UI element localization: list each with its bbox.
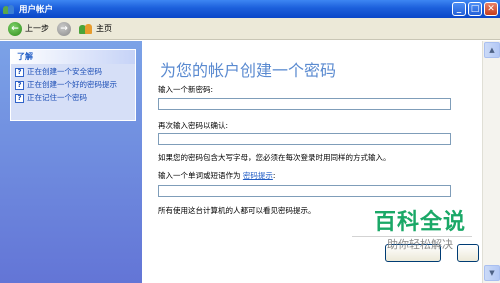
- maximize-button[interactable]: □: [468, 2, 482, 16]
- close-button[interactable]: ✕: [484, 2, 498, 16]
- learn-about-header[interactable]: 了解: [11, 50, 135, 64]
- page-title: 为您的帐户创建一个密码: [160, 61, 337, 80]
- password-hint-label: 输入一个单词或短语作为 密码提示:: [158, 170, 275, 181]
- learn-item-label[interactable]: 正在创建一个好的密码提示: [27, 80, 117, 89]
- navigation-toolbar: ← 上一步 → 主页: [0, 18, 500, 40]
- learn-item-label[interactable]: 正在记住一个密码: [27, 93, 87, 102]
- case-sensitivity-note: 如果您的密码包含大写字母，您必须在每次登录时用同样的方式输入。: [158, 153, 391, 162]
- confirm-password-label: 再次输入密码以确认:: [158, 121, 229, 130]
- password-hint-link[interactable]: 密码提示: [243, 171, 273, 180]
- learn-item-password-hint[interactable]: ? 正在创建一个好的密码提示: [11, 80, 135, 90]
- watermark-subtitle: 助你轻松解决: [387, 238, 453, 251]
- back-arrow-icon: ←: [8, 21, 22, 36]
- learn-item-label[interactable]: 正在创建一个安全密码: [27, 67, 102, 76]
- home-icon[interactable]: [79, 23, 93, 35]
- back-label: 上一步: [25, 24, 49, 33]
- new-password-field[interactable]: [158, 98, 451, 110]
- watermark: 百科全说 助你轻松解决: [365, 211, 475, 252]
- forward-arrow-icon: →: [57, 21, 71, 36]
- minimize-button[interactable]: _: [452, 2, 466, 16]
- back-button[interactable]: ← 上一步: [8, 21, 49, 36]
- password-hint-field[interactable]: [158, 185, 451, 197]
- help-icon: ?: [15, 94, 24, 103]
- scroll-down-button[interactable]: ▼: [484, 265, 500, 281]
- hint-label-prefix: 输入一个单词或短语作为: [158, 171, 241, 180]
- help-icon: ?: [15, 68, 24, 77]
- learn-item-remember-password[interactable]: ? 正在记住一个密码: [11, 93, 135, 103]
- vertical-scrollbar[interactable]: ▲ ▼: [482, 41, 500, 283]
- new-password-label: 输入一个新密码:: [158, 85, 214, 94]
- user-accounts-icon: [3, 3, 15, 15]
- window-title: 用户帐户: [19, 5, 54, 15]
- learn-item-secure-password[interactable]: ? 正在创建一个安全密码: [11, 67, 135, 77]
- hint-label-suffix: :: [272, 171, 276, 180]
- learn-about-panel: 了解 ? 正在创建一个安全密码 ? 正在创建一个好的密码提示 ? 正在记住一个密…: [10, 49, 136, 121]
- window-controls: _ □ ✕: [452, 2, 498, 16]
- hint-visibility-note: 所有使用这台计算机的人都可以看见密码提示。: [158, 206, 316, 215]
- forward-button[interactable]: →: [57, 21, 71, 36]
- title-bar[interactable]: 用户帐户 _ □ ✕: [0, 0, 500, 18]
- scroll-up-button[interactable]: ▲: [484, 42, 500, 58]
- help-icon: ?: [15, 81, 24, 90]
- home-button[interactable]: 主页: [96, 23, 112, 34]
- task-pane: 了解 ? 正在创建一个安全密码 ? 正在创建一个好的密码提示 ? 正在记住一个密…: [0, 41, 142, 283]
- confirm-password-field[interactable]: [158, 133, 451, 145]
- watermark-title: 百科全说: [373, 210, 466, 235]
